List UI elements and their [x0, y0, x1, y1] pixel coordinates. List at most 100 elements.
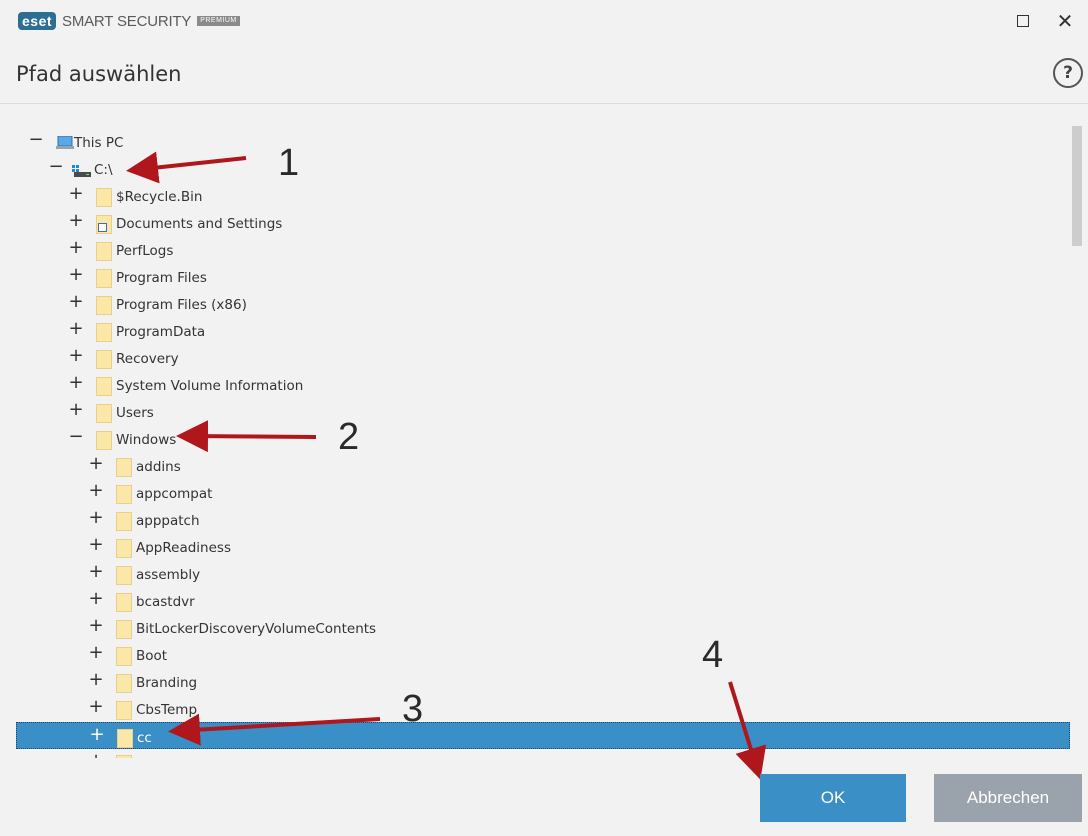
- tree-item-selected[interactable]: + cc: [16, 722, 1070, 749]
- help-icon: ?: [1063, 63, 1073, 83]
- tree-item-label: Boot: [136, 648, 168, 664]
- hard-drive-icon: [72, 165, 91, 177]
- collapse-icon[interactable]: −: [48, 157, 64, 177]
- folder-icon: [96, 431, 112, 450]
- computer-icon: [56, 136, 74, 149]
- folder-icon: [96, 242, 112, 261]
- tree-item-label: Branding: [136, 675, 198, 691]
- expand-icon[interactable]: +: [88, 697, 104, 717]
- tree-item[interactable]: + Program Files: [16, 263, 1070, 290]
- expand-icon[interactable]: +: [68, 265, 84, 285]
- close-button[interactable]: ✕: [1050, 8, 1080, 34]
- tree-item[interactable]: + Program Files (x86): [16, 290, 1070, 317]
- annotation-2: 2: [338, 416, 360, 458]
- tree-item[interactable]: + BitLockerDiscoveryVolumeContents: [16, 614, 1070, 641]
- expand-icon[interactable]: +: [68, 319, 84, 339]
- tree-item[interactable]: + addins: [16, 452, 1070, 479]
- folder-icon: [96, 404, 112, 423]
- tree-item[interactable]: + bcastdvr: [16, 587, 1070, 614]
- expand-icon[interactable]: +: [88, 562, 104, 582]
- tree-item-label: Users: [116, 405, 154, 421]
- folder-icon: [117, 729, 133, 748]
- tree-item-label: appcompat: [136, 486, 213, 502]
- expand-icon[interactable]: +: [88, 508, 104, 528]
- folder-icon: [96, 323, 112, 342]
- tree-item[interactable]: + System Volume Information: [16, 371, 1070, 398]
- annotation-3: 3: [402, 688, 424, 730]
- collapse-icon[interactable]: −: [28, 130, 44, 150]
- tree-item-label: AppReadiness: [136, 540, 231, 556]
- tree-item-label: System Volume Information: [116, 378, 304, 394]
- cancel-button[interactable]: Abbrechen: [934, 774, 1082, 822]
- tree-item[interactable]: + PerfLogs: [16, 236, 1070, 263]
- expand-icon[interactable]: +: [68, 292, 84, 312]
- tree-item[interactable]: + Branding: [16, 668, 1070, 695]
- annotation-4: 4: [702, 634, 724, 676]
- collapse-icon[interactable]: −: [68, 427, 84, 447]
- expand-icon[interactable]: +: [68, 346, 84, 366]
- expand-icon[interactable]: +: [88, 454, 104, 474]
- folder-icon: [96, 188, 112, 207]
- tree-item-label: C:\: [94, 162, 113, 178]
- tree-item[interactable]: + Containers: [16, 749, 1070, 758]
- folder-tree[interactable]: − This PC − C:\ + $Recycle.Bin + Documents and …: [16, 120, 1070, 758]
- tree-item-label: BitLockerDiscoveryVolumeContents: [136, 621, 377, 637]
- product-name: SMART SECURITY: [62, 12, 192, 30]
- tree-item[interactable]: + apppatch: [16, 506, 1070, 533]
- tree-item-label: assembly: [136, 567, 201, 583]
- expand-icon[interactable]: +: [68, 373, 84, 393]
- tree-item[interactable]: + assembly: [16, 560, 1070, 587]
- eset-logo: eset: [18, 12, 57, 30]
- folder-icon: [116, 647, 132, 666]
- scrollbar-thumb[interactable]: [1072, 126, 1082, 246]
- expand-icon[interactable]: +: [88, 643, 104, 663]
- folder-icon: [116, 512, 132, 531]
- help-button[interactable]: ?: [1053, 58, 1083, 88]
- tree-item[interactable]: + Documents and Settings: [16, 209, 1070, 236]
- expand-icon[interactable]: +: [88, 535, 104, 555]
- tree-item-label: Windows: [116, 432, 177, 448]
- tree-item[interactable]: + Users: [16, 398, 1070, 425]
- tree-item-label: ProgramData: [116, 324, 206, 340]
- tree-item[interactable]: + appcompat: [16, 479, 1070, 506]
- expand-icon[interactable]: +: [88, 616, 104, 636]
- annotation-1: 1: [278, 142, 300, 184]
- tree-item[interactable]: − Windows: [16, 425, 1070, 452]
- tree-item-c-drive[interactable]: − C:\: [16, 155, 1070, 182]
- folder-icon: [116, 458, 132, 477]
- folder-shortcut-icon: [96, 215, 112, 234]
- tree-item[interactable]: + ProgramData: [16, 317, 1070, 344]
- expand-icon[interactable]: +: [88, 751, 104, 759]
- tree-item-this-pc[interactable]: − This PC: [16, 128, 1070, 155]
- maximize-button[interactable]: [1008, 8, 1038, 34]
- tree-item[interactable]: + Recovery: [16, 344, 1070, 371]
- tree-item-label: $Recycle.Bin: [116, 189, 203, 205]
- ok-button[interactable]: OK: [760, 774, 906, 822]
- expand-icon[interactable]: +: [88, 481, 104, 501]
- tree-item-label: Containers: [136, 755, 209, 758]
- tree-item-label: Recovery: [116, 351, 179, 367]
- brand: eset SMART SECURITY PREMIUM: [18, 12, 240, 30]
- expand-icon[interactable]: +: [88, 670, 104, 690]
- folder-icon: [96, 350, 112, 369]
- expand-icon[interactable]: +: [68, 238, 84, 258]
- close-icon: ✕: [1056, 9, 1074, 33]
- tree-item-label: Program Files: [116, 270, 207, 286]
- folder-icon: [116, 593, 132, 612]
- folder-icon: [116, 755, 132, 758]
- tree-item[interactable]: + CbsTemp: [16, 695, 1070, 722]
- expand-icon[interactable]: +: [88, 589, 104, 609]
- folder-icon: [96, 296, 112, 315]
- expand-icon[interactable]: +: [89, 725, 105, 745]
- expand-icon[interactable]: +: [68, 184, 84, 204]
- tree-scrollbar[interactable]: [1070, 120, 1084, 758]
- expand-icon[interactable]: +: [68, 400, 84, 420]
- tree-item[interactable]: + Boot: [16, 641, 1070, 668]
- folder-icon: [116, 620, 132, 639]
- tree-item[interactable]: + AppReadiness: [16, 533, 1070, 560]
- folder-icon: [116, 701, 132, 720]
- folder-icon: [116, 485, 132, 504]
- folder-icon: [96, 377, 112, 396]
- expand-icon[interactable]: +: [68, 211, 84, 231]
- tree-item[interactable]: + $Recycle.Bin: [16, 182, 1070, 209]
